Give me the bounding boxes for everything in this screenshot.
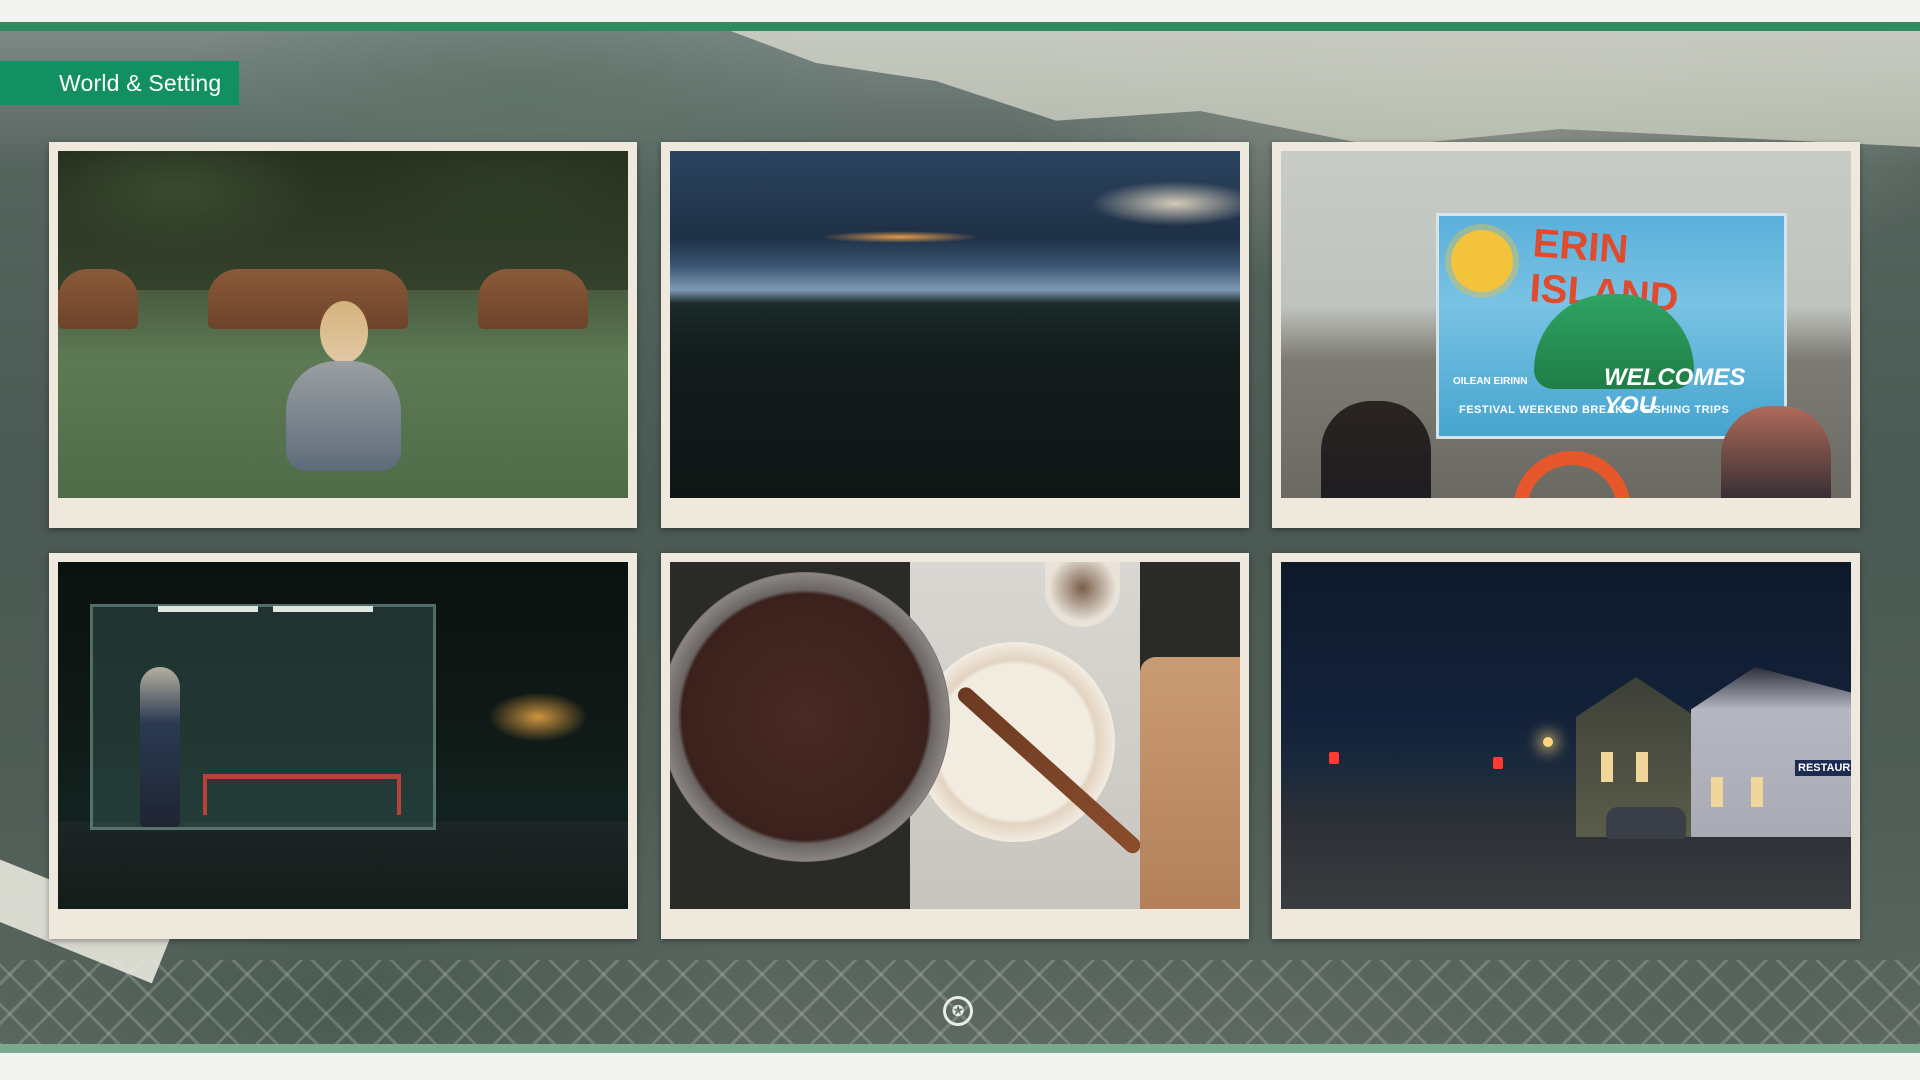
- person-right: [1721, 406, 1831, 498]
- girl-head: [320, 301, 368, 363]
- streetlight-glow: [488, 692, 588, 742]
- section-title-tab: World & Setting: [0, 61, 239, 105]
- photo-card-3[interactable]: ERIN ISLAND OILEAN EIRINN WELCOMES YOU F…: [1272, 142, 1860, 528]
- sunset-glow: [820, 231, 980, 243]
- lit-window: [1636, 752, 1648, 782]
- photo-card-6[interactable]: RESTAURANT: [1272, 553, 1860, 939]
- lit-window: [1751, 777, 1763, 807]
- photo-bus-stop-night: [58, 562, 628, 909]
- emblem-glyph: ✪: [951, 1002, 965, 1020]
- photo-dusk-landscape: [670, 151, 1240, 498]
- slide: World & Setting ERIN ISLAND OILEAN EIRIN…: [0, 0, 1920, 1080]
- photo-girl-in-field: [58, 151, 628, 498]
- cooking-pot: [670, 572, 950, 862]
- standing-figure: [140, 667, 180, 827]
- sign-footer: FESTIVAL WEEKEND BREAKS · FISHING TRIPS: [1459, 404, 1730, 416]
- top-accent-bar: [0, 22, 1920, 31]
- sign-gaelic: OILEAN EIRINN: [1453, 376, 1528, 387]
- photo-village-street-night: RESTAURANT: [1281, 562, 1851, 909]
- girl-body: [286, 361, 401, 471]
- person-left: [1321, 401, 1431, 498]
- restaurant-building: [1691, 667, 1851, 837]
- hay-bale: [58, 269, 138, 329]
- welcome-sign: ERIN ISLAND OILEAN EIRINN WELCOMES YOU F…: [1436, 213, 1787, 439]
- hay-bale: [478, 269, 588, 329]
- wet-road: [58, 822, 628, 909]
- photo-card-2[interactable]: [661, 142, 1249, 528]
- photo-cooking-pot: [670, 562, 1240, 909]
- lifebuoy: [1513, 451, 1631, 498]
- photo-card-5[interactable]: [661, 553, 1249, 939]
- traffic-light: [1493, 757, 1503, 769]
- bottom-accent-bar: [0, 1044, 1920, 1053]
- sun-icon: [1451, 230, 1513, 292]
- shelter-light: [273, 606, 373, 612]
- shelter-light: [158, 606, 258, 612]
- parked-car: [1606, 807, 1686, 839]
- photo-card-1[interactable]: [49, 142, 637, 528]
- photo-card-4[interactable]: [49, 553, 637, 939]
- bench: [203, 774, 401, 815]
- section-title: World & Setting: [59, 69, 222, 96]
- cloud: [1090, 181, 1240, 226]
- lit-window: [1711, 777, 1723, 807]
- street-lamp: [1543, 737, 1553, 747]
- traffic-light: [1329, 752, 1339, 764]
- restaurant-sign: RESTAURANT: [1795, 760, 1851, 776]
- star-emblem-icon[interactable]: ✪: [943, 996, 973, 1026]
- chopping-board: [1140, 657, 1240, 909]
- hay-bale: [208, 269, 408, 329]
- photo-erin-island-sign: ERIN ISLAND OILEAN EIRINN WELCOMES YOU F…: [1281, 151, 1851, 498]
- lit-window: [1601, 752, 1613, 782]
